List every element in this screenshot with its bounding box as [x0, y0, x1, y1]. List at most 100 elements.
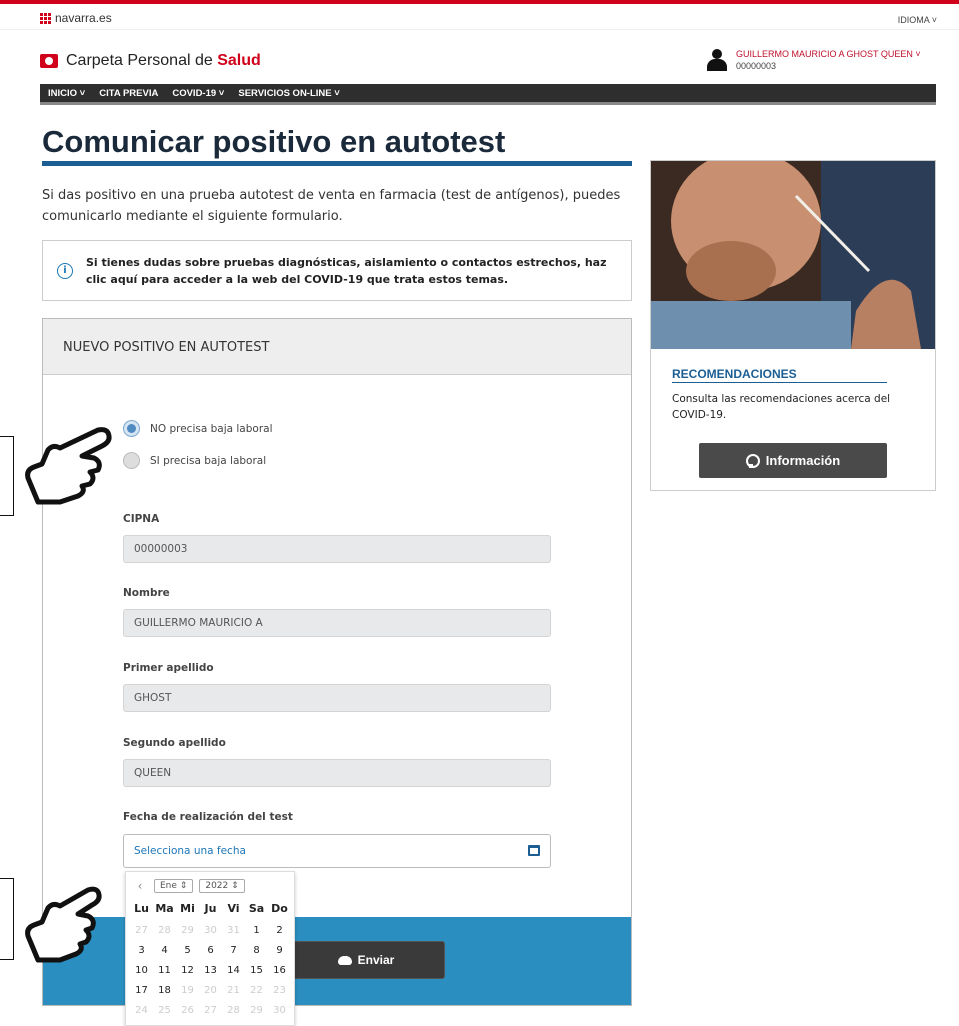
date-field[interactable]: Selecciona una fecha	[123, 834, 551, 868]
calendar-day[interactable]: 29	[245, 1002, 268, 1019]
navarra-logo-text: navarra.es	[55, 11, 112, 25]
calendar-day[interactable]: 3	[130, 942, 153, 959]
calendar-day[interactable]: 21	[222, 982, 245, 999]
calendar-day[interactable]: 14	[222, 962, 245, 979]
recommendations-title: RECOMENDACIONES	[672, 367, 797, 381]
user-name: GUILLERMO MAURICIO A GHOST QUEEN ˅	[736, 49, 921, 59]
radio-no-baja-label: NO precisa baja laboral	[150, 422, 273, 435]
pointing-hand-icon	[25, 886, 102, 963]
calendar-day[interactable]: 20	[199, 982, 222, 999]
navarra-logo[interactable]: navarra.es	[40, 11, 112, 25]
calendar-day[interactable]: 13	[199, 962, 222, 979]
year-select-value: 2022	[205, 881, 229, 891]
calendar-day[interactable]: 7	[222, 942, 245, 959]
calendar-day[interactable]: 11	[153, 962, 176, 979]
calendar-day[interactable]: 31	[222, 922, 245, 939]
nav-item-covid[interactable]: COVID-19 ˅	[172, 88, 224, 99]
folder-icon	[40, 54, 58, 68]
calendar-day[interactable]: 9	[268, 942, 291, 959]
calendar-day[interactable]: 19	[176, 982, 199, 999]
radio-button[interactable]	[123, 452, 140, 469]
segundo-apellido-field[interactable]: QUEEN	[123, 759, 551, 787]
calendar-day[interactable]: 29	[176, 922, 199, 939]
primer-apellido-field[interactable]: GHOST	[123, 684, 551, 712]
cipna-label: CIPNA	[123, 513, 160, 525]
user-id: 00000003	[736, 61, 777, 71]
weekday-header: Sa	[248, 902, 265, 915]
primer-apellido-label: Primer apellido	[123, 662, 214, 674]
calendar-day[interactable]: 28	[222, 1002, 245, 1019]
calendar-day[interactable]: 26	[176, 1002, 199, 1019]
send-button-label: Enviar	[357, 953, 395, 967]
nombre-field[interactable]: GUILLERMO MAURICIO A	[123, 609, 551, 637]
calendar-day[interactable]: 22	[245, 982, 268, 999]
calendar-day[interactable]: 12	[176, 962, 199, 979]
calendar-day[interactable]: 4	[153, 942, 176, 959]
radio-si-baja[interactable]: SI precisa baja laboral	[123, 452, 266, 469]
calendar-day[interactable]: 15	[245, 962, 268, 979]
nav-item-cita-previa[interactable]: CITA PREVIA	[99, 88, 158, 99]
pointing-hand-icon	[25, 427, 112, 505]
information-button[interactable]: Información	[699, 443, 887, 478]
page-title: Comunicar positivo en autotest	[42, 124, 506, 159]
date-label: Fecha de realización del test	[123, 811, 293, 823]
date-placeholder: Selecciona una fecha	[134, 845, 246, 857]
covid-info-box[interactable]: i Si tienes dudas sobre pruebas diagnóst…	[42, 240, 632, 301]
calendar-day[interactable]: 16	[268, 962, 291, 979]
month-select-value: Ene	[160, 881, 177, 891]
title-underline	[42, 161, 632, 166]
calendar-day[interactable]: 27	[130, 922, 153, 939]
brand[interactable]: Carpeta Personal de Salud	[40, 52, 261, 70]
send-button[interactable]: Enviar	[287, 941, 445, 979]
calendar-day[interactable]: 2	[268, 922, 291, 939]
brand-highlight: Salud	[217, 52, 261, 69]
calendar-day[interactable]: 28	[153, 922, 176, 939]
calendar-day[interactable]: 1	[245, 922, 268, 939]
calendar-day[interactable]: 24	[130, 1002, 153, 1019]
calendar-day[interactable]: 18	[153, 982, 176, 999]
intro-text: Si das positivo en una prueba autotest d…	[42, 188, 621, 224]
covid-info-link[interactable]: Si tienes dudas sobre pruebas diagnóstic…	[86, 254, 616, 288]
radio-si-baja-label: SI precisa baja laboral	[150, 454, 267, 467]
weekday-header: Vi	[227, 902, 240, 915]
chevron-left-icon[interactable]: ‹	[132, 879, 148, 893]
calendar-day[interactable]: 25	[153, 1002, 176, 1019]
calendar-day[interactable]: 27	[199, 1002, 222, 1019]
calendar-day[interactable]: 6	[199, 942, 222, 959]
language-menu[interactable]: IDIOMA ˅	[898, 15, 937, 25]
nav-item-servicios[interactable]: SERVICIOS ON-LINE ˅	[238, 88, 339, 99]
grid-logo-icon	[40, 13, 52, 24]
calendar-day[interactable]: 30	[268, 1002, 291, 1019]
calendar-day[interactable]: 30	[199, 922, 222, 939]
cloud-upload-icon	[337, 955, 352, 965]
datepicker: ‹ Ene ⇕ 2022 ⇕ Lu Ma Mi Ju Vi Sa Do 27 28 29 30 31 1…	[125, 871, 295, 1026]
calendar-day[interactable]: 17	[130, 982, 153, 999]
radio-button-checked[interactable]	[123, 420, 140, 437]
calendar-day[interactable]: 23	[268, 982, 291, 999]
nav-item-inicio[interactable]: INICIO ˅	[48, 88, 85, 99]
recommendations-card: RECOMENDACIONES Consulta las recomendaci…	[650, 160, 936, 491]
calendar-icon[interactable]	[528, 845, 540, 856]
cipna-field[interactable]: 00000003	[123, 535, 551, 563]
calendar-day[interactable]: 5	[176, 942, 199, 959]
weekday-header: Ju	[204, 902, 217, 915]
main-nav: INICIO ˅ CITA PREVIA COVID-19 ˅ SERVICIO…	[40, 84, 936, 105]
weekday-header: Do	[271, 902, 288, 915]
user-menu[interactable]: GUILLERMO MAURICIO A GHOST QUEEN ˅ 00000…	[706, 49, 921, 71]
nombre-label: Nombre	[123, 587, 170, 599]
datepicker-header: ‹ Ene ⇕ 2022 ⇕	[132, 879, 245, 893]
calendar-day[interactable]: 8	[245, 942, 268, 959]
annotation-frame-bottom	[0, 878, 14, 960]
information-button-label: Información	[765, 453, 841, 468]
radio-no-baja[interactable]: NO precisa baja laboral	[123, 420, 273, 437]
year-select[interactable]: 2022 ⇕	[199, 879, 245, 893]
calendar-day[interactable]: 10	[130, 962, 153, 979]
annotation-frame-top	[0, 436, 14, 516]
info-icon: i	[57, 263, 73, 279]
lightbulb-icon	[745, 453, 760, 468]
weekday-header: Ma	[155, 902, 174, 915]
month-select[interactable]: Ene ⇕	[154, 879, 194, 893]
weekday-header: Lu	[134, 902, 149, 915]
datepicker-grid: Lu Ma Mi Ju Vi Sa Do 27 28 29 30 31 1 2 3 4 5 6 7 8 9 10 11 12 1…	[130, 902, 291, 1019]
recommendations-text: Consulta las recomendaciones acerca del …	[672, 393, 891, 421]
